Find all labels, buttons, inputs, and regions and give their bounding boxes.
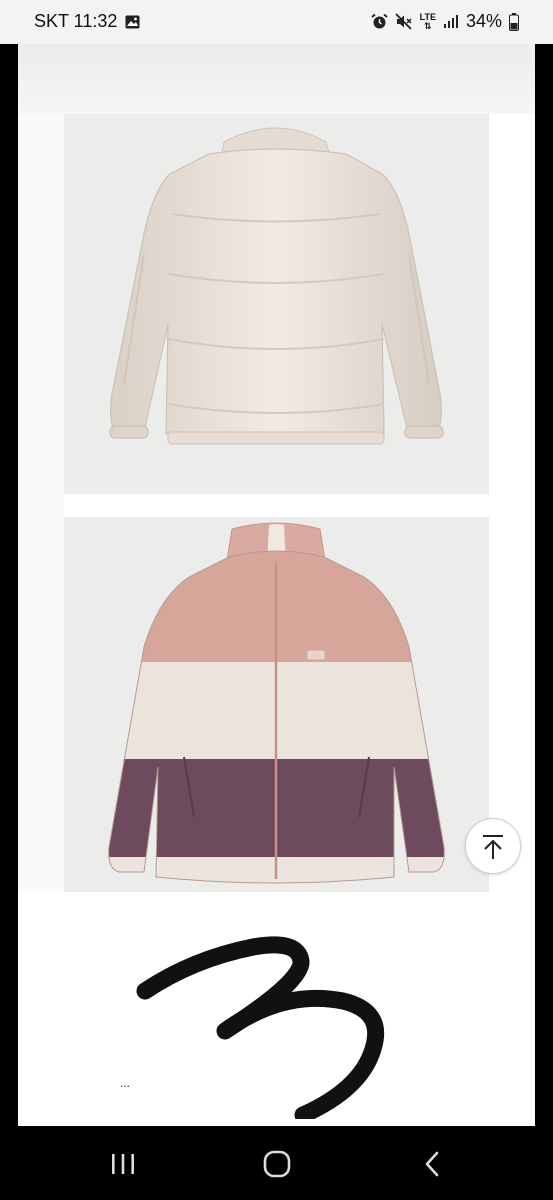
back-button[interactable] [412,1148,452,1180]
top-band [18,44,535,114]
carrier-time: SKT 11:32 [34,11,118,31]
mute-icon [394,13,412,30]
fleece-jacket-illustration [108,522,445,884]
product-image-puffer[interactable] [64,114,489,494]
recent-apps-icon [112,1154,134,1174]
more-indicator: ... [120,1076,131,1090]
status-left: SKT 11:32 [34,11,140,32]
arrow-up-to-line-icon [483,835,503,859]
recent-apps-button[interactable] [103,1148,143,1180]
status-bar: SKT 11:32 LTE ⇅ 34% [0,0,553,44]
handwritten-signature-mark [136,936,385,1119]
alarm-icon [371,13,388,29]
home-button[interactable] [257,1148,297,1180]
data-arrows: ⇅ [424,20,432,31]
battery-percent: 34% [465,11,502,31]
lte-icon: LTE ⇅ [420,12,436,31]
navigation-bar [0,1126,553,1200]
battery-icon [509,12,519,31]
back-icon [425,1151,439,1177]
puffer-jacket-illustration [109,127,444,445]
home-icon [263,1150,291,1178]
product-image-fleece[interactable] [64,517,489,892]
status-right: LTE ⇅ 34% [371,11,519,32]
left-margin [18,114,64,924]
content-area[interactable]: ... [18,44,535,1126]
scroll-to-top-button[interactable] [465,818,521,874]
signal-icon [443,15,458,28]
image-icon [125,15,140,28]
